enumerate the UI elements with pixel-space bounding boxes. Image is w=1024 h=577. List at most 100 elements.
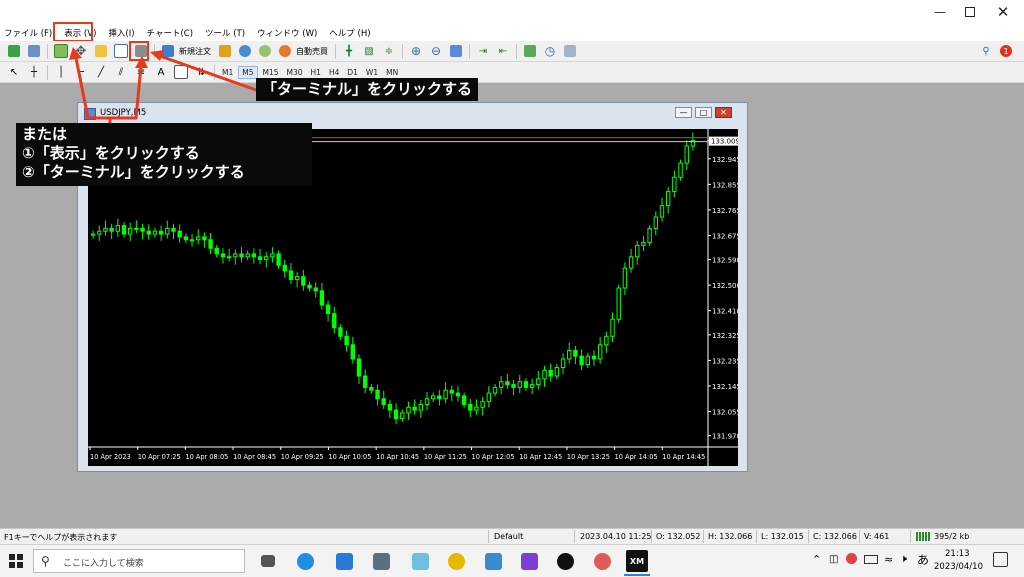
chart-close-button[interactable]: ✕ [715,107,732,118]
market-watch-icon[interactable] [53,43,69,59]
xm-mt4-icon[interactable]: XM [626,550,648,572]
candle-body [529,384,535,388]
new-order-icon[interactable] [160,43,176,59]
calendar-icon[interactable] [336,553,353,570]
tf-mn[interactable]: MN [383,67,401,78]
chart-restore-button[interactable]: □ [695,107,712,118]
tile-windows-icon[interactable] [448,43,464,59]
terminal-icon-highlight [129,41,149,61]
candle-body [412,406,417,411]
text-tool-icon[interactable]: A [153,64,169,80]
cursor-icon[interactable]: ↖ [6,64,22,80]
menu-chart[interactable]: チャート(C) [141,27,199,39]
chart-shift-icon[interactable]: ⇤ [495,43,511,59]
tf-m15[interactable]: M15 [260,67,282,78]
notification-center-icon[interactable] [993,552,1008,567]
vps-icon[interactable] [257,43,273,59]
horizontal-line-icon[interactable]: ─ [73,64,89,80]
files-icon[interactable] [412,553,429,570]
status-high: H: 132.066 [708,532,753,541]
metaeditor-icon[interactable] [217,43,233,59]
candlestick-icon[interactable]: ▧ [361,43,377,59]
price-tick-label: 132.410 [712,308,738,316]
chart-window-title: USDJPY,M5 [100,108,147,118]
periods-icon[interactable]: ◷ [542,43,558,59]
tray-chevron-icon[interactable]: ⌃ [812,553,821,566]
tf-d1[interactable]: D1 [344,67,361,78]
clock-time[interactable]: 21:13 [945,549,970,559]
candle-body [604,335,609,346]
notification-badge-icon[interactable]: 1 [998,43,1014,59]
tf-h1[interactable]: H1 [308,67,324,78]
maximize-button[interactable] [955,3,985,21]
app-icon-black[interactable] [557,553,574,570]
candle-body [115,225,121,232]
tf-m5[interactable]: M5 [238,65,258,79]
menu-tools[interactable]: ツール (T) [199,27,251,39]
app-icon-yellow[interactable] [448,553,465,570]
trendline-icon[interactable]: ╱ [93,64,109,80]
candle-body [641,242,646,246]
bar-chart-icon[interactable]: ╋ [341,43,357,59]
start-icon[interactable] [9,554,23,568]
arrows-icon[interactable]: ⇅ [193,64,209,80]
tf-m30[interactable]: M30 [284,67,306,78]
clock-date[interactable]: 2023/04/10 [934,562,983,572]
candle-body [109,227,114,232]
candle-body [616,287,621,320]
profiles-icon[interactable] [26,43,42,59]
line-chart-icon[interactable]: ≑ [381,43,397,59]
app-icon-snip[interactable] [594,553,611,570]
fibonacci-icon[interactable]: ≡ [133,64,149,80]
ime-indicator[interactable]: あ [917,551,929,568]
menu-insert[interactable]: 挿入(I) [102,27,140,39]
data-window-icon[interactable]: ✥ [73,43,89,59]
volume-icon[interactable]: 🕨 [900,552,907,566]
tf-h4[interactable]: H4 [326,67,342,78]
auto-trading-label[interactable]: 自動売買 [296,46,328,57]
equidistant-channel-icon[interactable]: ⫽ [113,64,129,80]
zoom-in-icon[interactable]: ⊕ [408,43,424,59]
navigator-icon[interactable] [93,43,109,59]
signals-icon[interactable] [237,43,253,59]
app-icon-purple[interactable] [521,553,538,570]
chart-window-titlebar[interactable]: USDJPY,M5 — □ ✕ [78,103,747,123]
menu-window[interactable]: ウィンドウ (W) [251,27,323,39]
tray-meet-icon[interactable]: ◫ [829,554,838,565]
candle-body [387,403,393,411]
terminal-icon[interactable] [113,43,129,59]
candle-body [573,349,578,357]
callout-terminal-instruction: 「ターミナル」をクリックする [256,78,479,101]
candle-body [183,236,189,241]
crosshair-icon[interactable]: ┼ [26,64,42,80]
menu-file[interactable]: ファイル (F) [0,27,58,39]
chart-minimize-button[interactable]: — [675,107,692,118]
new-order-label[interactable]: 新規注文 [179,46,211,57]
app-icon-blue[interactable] [485,553,502,570]
minimize-button[interactable]: — [925,3,955,21]
taskbar-search-box[interactable]: ⚲ ここに入力して検索 [33,549,245,573]
task-view-icon[interactable] [261,555,275,567]
menu-help[interactable]: ヘルプ (H) [323,27,376,39]
wifi-icon[interactable]: ≈ [884,553,893,566]
candle-body [152,230,158,235]
new-chart-icon[interactable] [6,43,22,59]
zoom-out-icon[interactable]: ⊖ [428,43,444,59]
vertical-line-icon[interactable]: │ [53,64,69,80]
calculator-icon[interactable] [373,553,390,570]
templates-icon[interactable] [562,43,578,59]
close-button[interactable]: ✕ [988,3,1018,21]
edge-icon[interactable] [297,553,314,570]
battery-icon[interactable] [864,555,878,564]
candle-body [282,264,287,272]
tf-m1[interactable]: M1 [219,67,236,78]
text-label-icon[interactable] [173,64,189,80]
auto-trading-icon[interactable] [277,43,293,59]
indicators-icon[interactable] [522,43,538,59]
tf-w1[interactable]: W1 [363,67,381,78]
tray-app-icon[interactable] [846,553,857,564]
search-icon[interactable]: ⚲ [978,43,994,59]
auto-scroll-icon[interactable]: ⇥ [475,43,491,59]
price-tick-label: 132.500 [712,282,738,290]
connection-icon [916,532,931,541]
